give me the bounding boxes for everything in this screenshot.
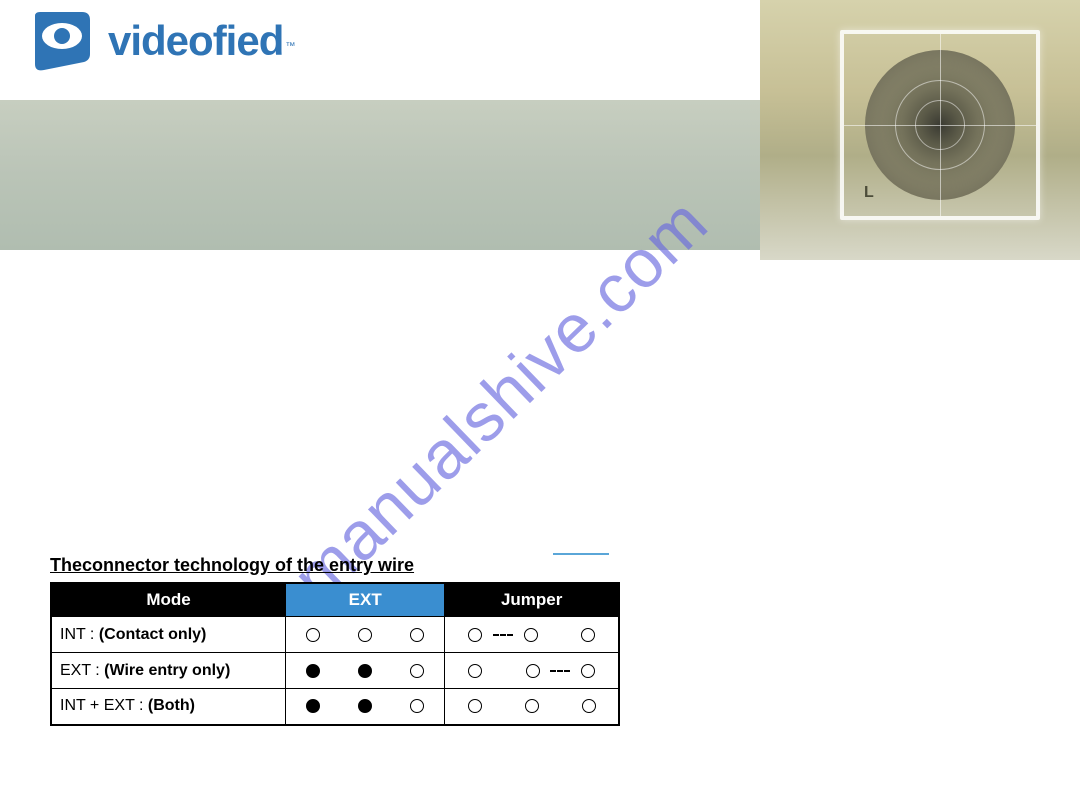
mode-label: INT : (Contact only) [51, 617, 286, 653]
mode-label-bold: (Wire entry only) [104, 662, 230, 679]
pin-open-icon [468, 664, 482, 678]
mode-label: EXT : (Wire entry only) [51, 653, 286, 689]
section-title: Theconnector technology of the entry wir… [50, 555, 650, 576]
pin-open-icon [468, 628, 482, 642]
mode-label-bold: (Contact only) [99, 626, 207, 643]
pin-open-icon [410, 628, 424, 642]
pin-open-icon [581, 664, 595, 678]
table-row: INT + EXT : (Both) [51, 689, 619, 725]
pin-filled-icon [358, 664, 372, 678]
mode-label-bold: (Both) [148, 697, 195, 714]
pin-filled-icon [306, 664, 320, 678]
ext-cell [286, 617, 445, 653]
ext-cell [286, 689, 445, 725]
pin-open-icon [581, 628, 595, 642]
pin-open-icon [524, 628, 538, 642]
pin-open-icon [358, 628, 372, 642]
content-section: Theconnector technology of the entry wir… [50, 555, 650, 726]
pin-open-icon [410, 664, 424, 678]
col-header-mode: Mode [51, 583, 286, 617]
pin-open-icon [582, 699, 596, 713]
mode-label-prefix: INT : [60, 626, 99, 643]
pin-open-icon [306, 628, 320, 642]
logo-icon [32, 10, 94, 72]
jumper-cell [445, 653, 619, 689]
tm-symbol: ™ [285, 41, 295, 52]
brand-name: videofied™ [108, 17, 295, 65]
mode-label-prefix: INT + EXT : [60, 697, 148, 714]
jumper-cell [445, 689, 619, 725]
mode-label: INT + EXT : (Both) [51, 689, 286, 725]
pin-link-icon [550, 670, 570, 672]
col-header-ext: EXT [286, 583, 445, 617]
pin-open-icon [525, 699, 539, 713]
table-row: INT : (Contact only) [51, 617, 619, 653]
pin-filled-icon [358, 699, 372, 713]
pin-open-icon [526, 664, 540, 678]
eye-frame: L [840, 30, 1040, 220]
eye-panel: L [760, 0, 1080, 260]
pin-link-icon [493, 634, 513, 636]
ext-cell [286, 653, 445, 689]
table-row: EXT : (Wire entry only) [51, 653, 619, 689]
jumper-cell [445, 617, 619, 653]
mode-table: Mode EXT Jumper INT : (Contact only)EXT … [50, 582, 620, 726]
mode-label-prefix: EXT : [60, 662, 104, 679]
col-header-jumper: Jumper [445, 583, 619, 617]
pin-filled-icon [306, 699, 320, 713]
frame-label: L [864, 184, 874, 202]
crosshair-ring-inner [915, 100, 965, 150]
pin-open-icon [410, 699, 424, 713]
brand-text: videofied [108, 17, 283, 64]
pin-open-icon [468, 699, 482, 713]
brand-logo: videofied™ [32, 10, 295, 72]
